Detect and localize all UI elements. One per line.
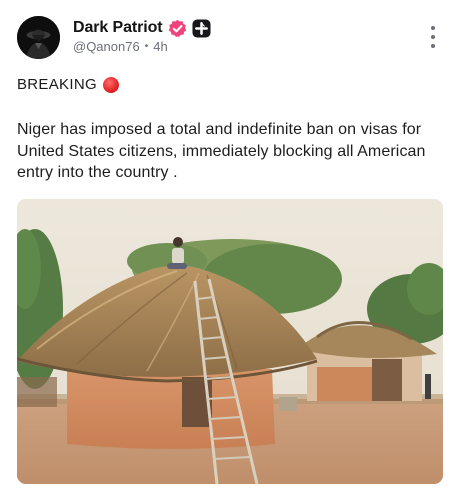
- headline-text: BREAKING: [17, 76, 97, 93]
- display-name[interactable]: Dark Patriot: [73, 19, 163, 37]
- red-circle-icon: [102, 76, 119, 93]
- verified-badge-icon: [168, 19, 187, 38]
- post-body: Niger has imposed a total and indefinite…: [17, 121, 426, 181]
- post-image[interactable]: [17, 199, 443, 484]
- avatar[interactable]: [17, 16, 60, 59]
- village-huts-photo: [17, 199, 443, 484]
- headline: BREAKING: [17, 76, 119, 93]
- meta-separator: •: [144, 41, 149, 52]
- meta-row: @Qanon76 • 4h: [73, 39, 168, 54]
- plus-badge-icon: [191, 18, 211, 38]
- more-vertical-icon[interactable]: [429, 26, 437, 48]
- name-row: Dark Patriot: [73, 17, 211, 39]
- post-card: Dark Patriot @Qanon76 • 4h BREAKING Nige…: [0, 0, 460, 500]
- hooded-figure-icon: [17, 16, 60, 59]
- handle[interactable]: @Qanon76: [73, 39, 140, 54]
- timestamp[interactable]: 4h: [153, 39, 167, 54]
- post-header: Dark Patriot @Qanon76 • 4h: [17, 14, 443, 62]
